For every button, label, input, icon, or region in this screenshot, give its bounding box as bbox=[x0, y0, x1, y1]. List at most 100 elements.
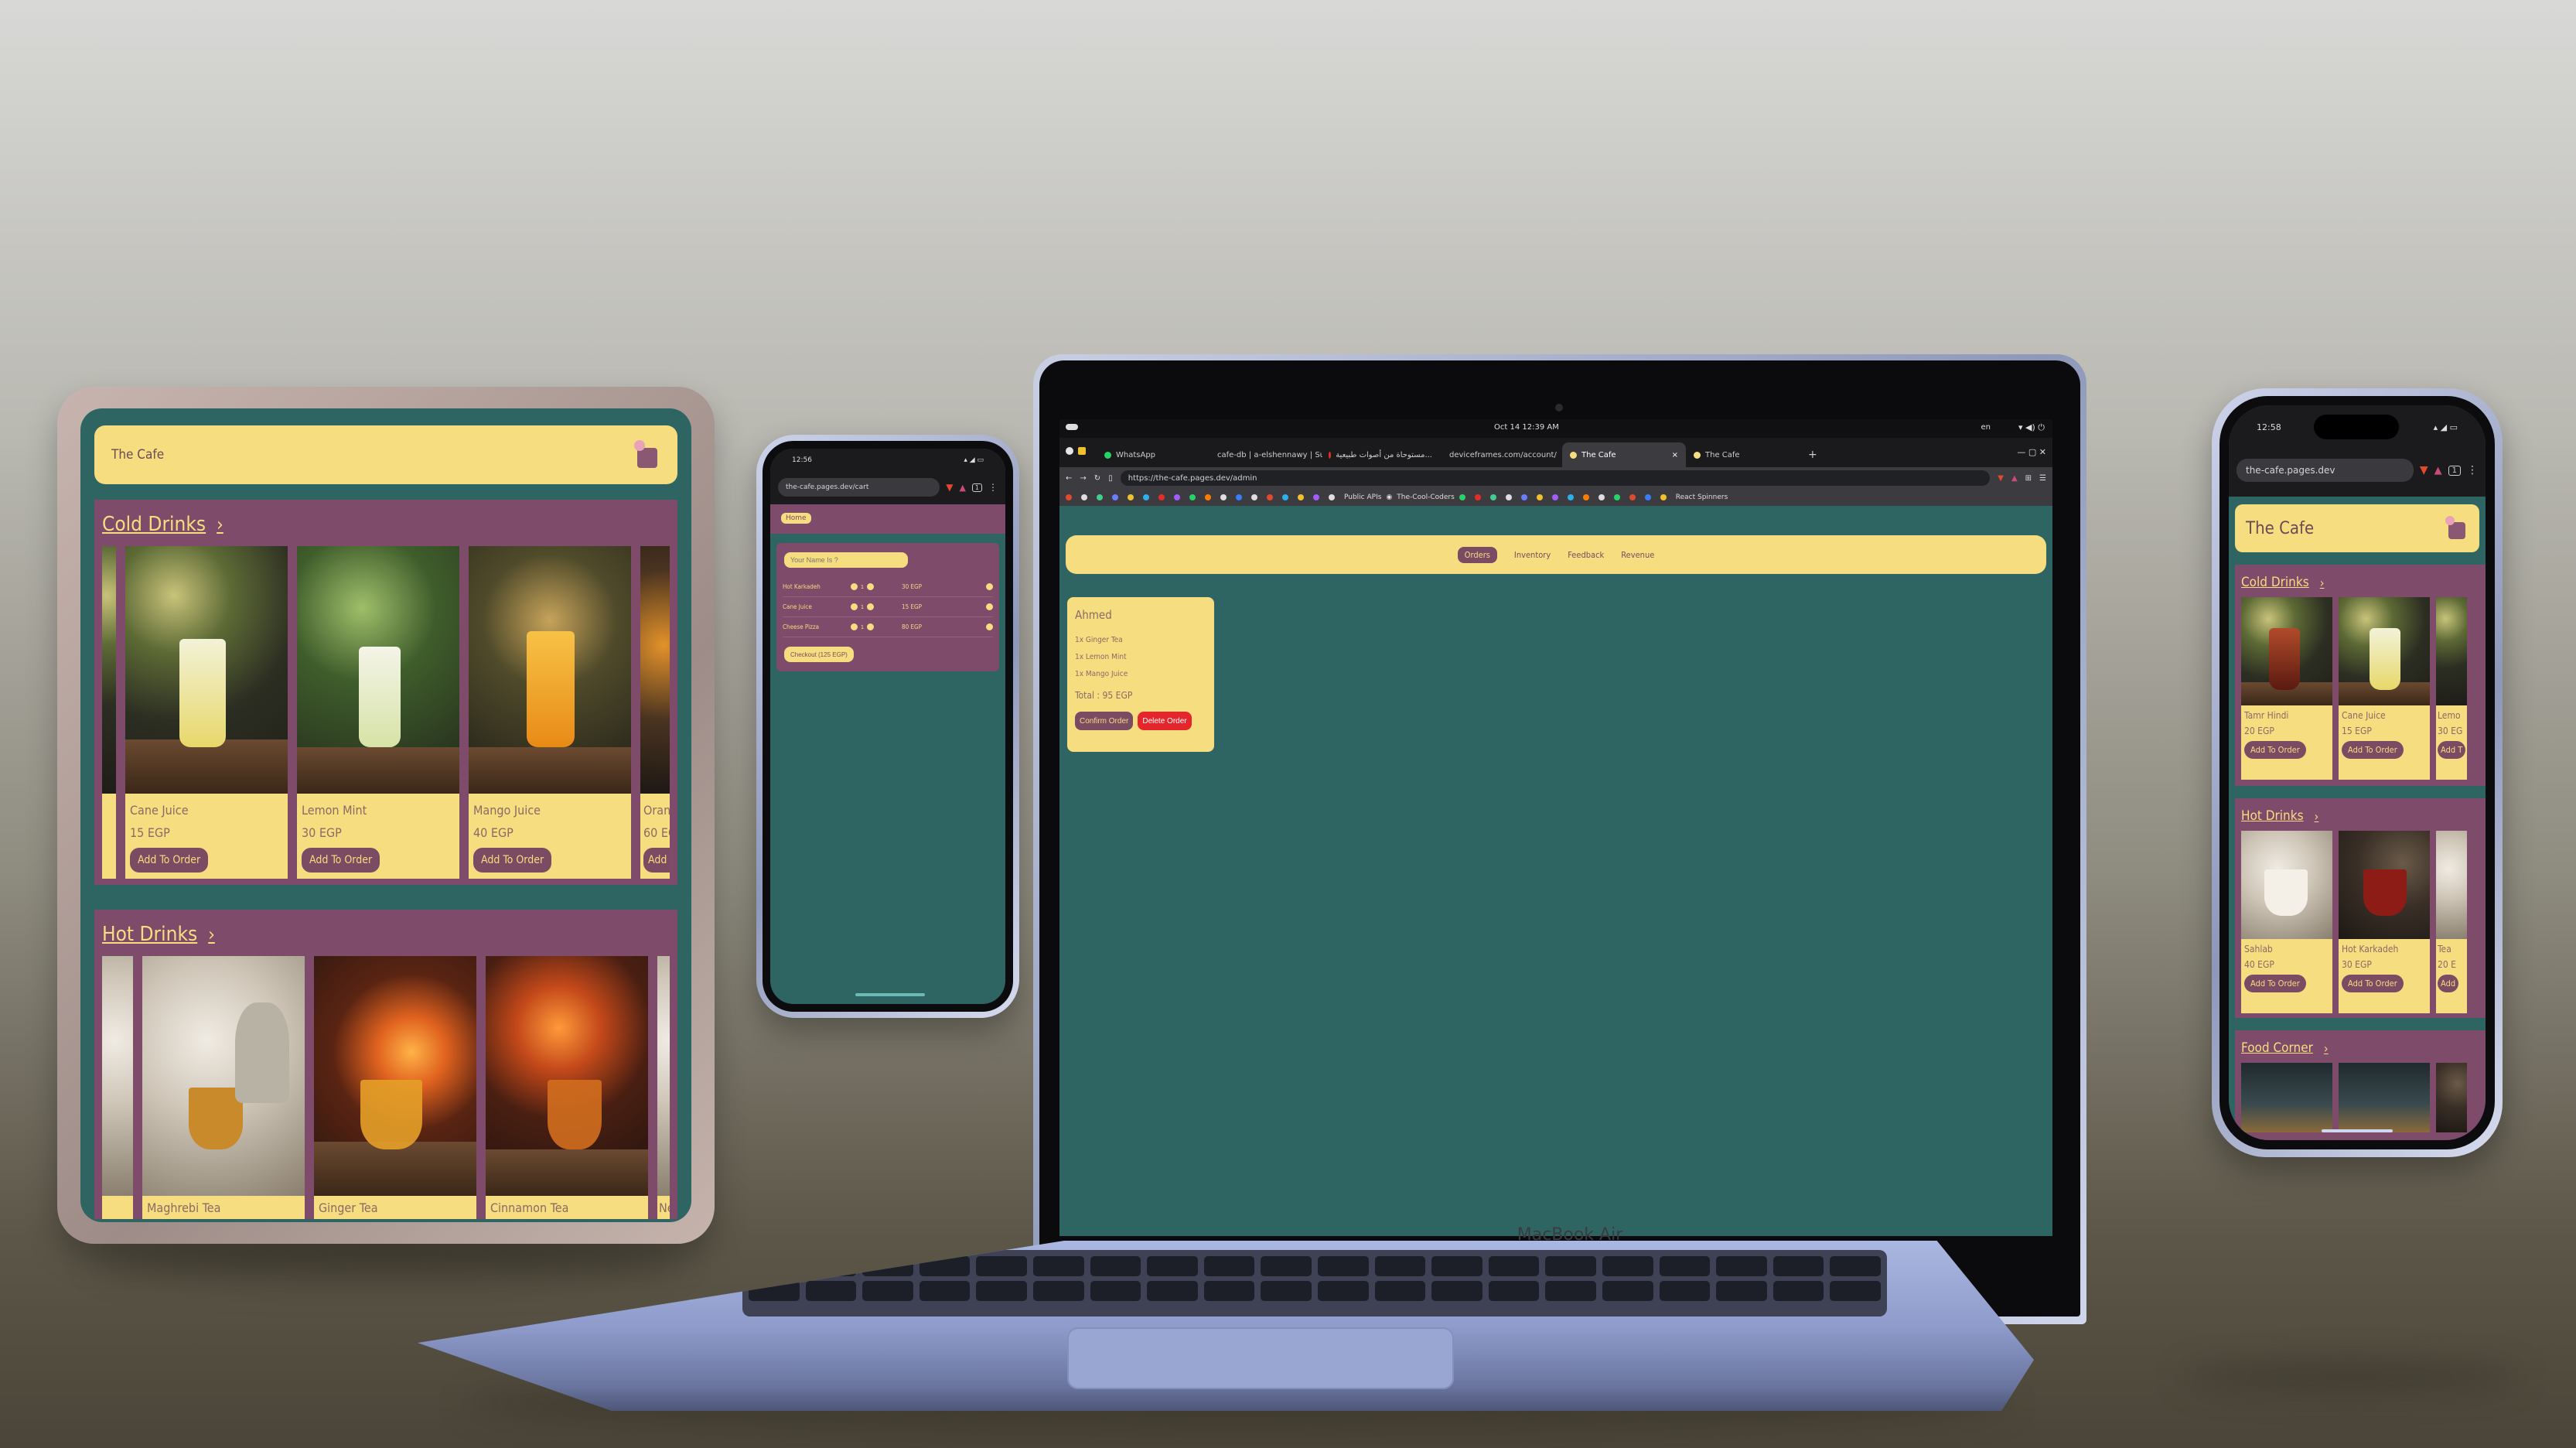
menu-icon[interactable]: ⋮ bbox=[988, 482, 998, 493]
bookmark-react-spinners[interactable]: React Spinners bbox=[1676, 493, 1728, 501]
bookmark-public-apis[interactable]: Public APIs bbox=[1344, 493, 1381, 501]
add-to-order-button[interactable]: Add T bbox=[2438, 741, 2466, 759]
window-dots bbox=[1066, 447, 1086, 455]
rewards-icon[interactable]: ▲ bbox=[959, 483, 965, 493]
add-to-order-button[interactable]: Add To Order bbox=[130, 848, 209, 873]
minus-icon[interactable] bbox=[851, 603, 858, 610]
plus-icon[interactable] bbox=[867, 623, 875, 630]
tab-youtube[interactable]: مستوحاة من أصوات طبيعية... bbox=[1322, 442, 1438, 467]
url-bar[interactable]: the-cafe.pages.dev/cart bbox=[778, 478, 940, 497]
add-to-order-button[interactable]: Add To Order bbox=[473, 848, 552, 873]
remove-icon[interactable] bbox=[986, 583, 993, 590]
section-title-label: Cold Drinks bbox=[102, 513, 206, 536]
reload-icon[interactable]: ↻ bbox=[1094, 474, 1100, 483]
confirm-order-button[interactable]: Confirm Order bbox=[1075, 712, 1134, 730]
nav-revenue[interactable]: Revenue bbox=[1621, 550, 1654, 560]
bookmark-cool-coders[interactable]: The-Cool-Coders bbox=[1397, 493, 1454, 501]
section-title[interactable]: Cold Drinks › bbox=[102, 509, 670, 540]
keyboard-language[interactable]: en bbox=[1981, 423, 1991, 432]
chevron-right-icon: › bbox=[2314, 808, 2319, 824]
window-controls[interactable]: — ▢ ✕ bbox=[2017, 447, 2046, 457]
product-card-partial bbox=[102, 546, 116, 879]
product-price: 40 EGP bbox=[473, 825, 513, 840]
url-bar[interactable]: https://the-cafe.pages.dev/admin bbox=[1120, 470, 1991, 486]
os-clock[interactable]: Oct 14 12:39 AM bbox=[1494, 423, 1559, 432]
browser-chrome: 12:56 ▴ ◢ ▭ the-cafe.pages.dev/cart ▼ ▲ … bbox=[770, 449, 1005, 504]
back-icon[interactable]: ← bbox=[1066, 474, 1072, 483]
minus-icon[interactable] bbox=[851, 583, 858, 590]
product-card: Cane Juice 15 EGP Add To Order bbox=[125, 546, 288, 879]
remove-icon[interactable] bbox=[986, 623, 993, 630]
section-title[interactable]: Cold Drinks › bbox=[2241, 572, 2479, 593]
rewards-icon[interactable]: ▲ bbox=[2011, 474, 2018, 483]
add-to-order-button[interactable]: Add To Order bbox=[2244, 975, 2306, 992]
add-to-order-button[interactable]: Add To Order bbox=[2342, 741, 2404, 759]
tab-whatsapp[interactable]: WhatsApp bbox=[1098, 442, 1206, 467]
product-name: Tamr Hindi bbox=[2244, 710, 2289, 721]
add-to-order-button[interactable]: Add To Order bbox=[2244, 741, 2306, 759]
plus-icon[interactable] bbox=[867, 603, 875, 610]
product-card: Hot Karkadeh 30 EGP Add To Order bbox=[2339, 831, 2430, 1013]
product-name: Orange J bbox=[643, 803, 670, 818]
tab-deviceframes[interactable]: deviceframes.com/account/ bbox=[1438, 442, 1562, 467]
brave-shield-icon[interactable]: ▼ bbox=[2420, 464, 2428, 476]
remove-icon[interactable] bbox=[986, 603, 993, 610]
product-name: Mango Juice bbox=[473, 803, 541, 818]
extensions-icon[interactable]: ⊞ bbox=[2025, 474, 2032, 483]
brave-shield-icon[interactable]: ▼ bbox=[946, 482, 953, 493]
tab-close-icon[interactable]: × bbox=[1672, 451, 1678, 459]
home-button[interactable]: Home bbox=[781, 513, 811, 524]
section-cold-drinks: Cold Drinks › Tamr Hindi 20 EGP Add To O… bbox=[2235, 565, 2486, 786]
cafe-header: The Cafe bbox=[2235, 504, 2479, 552]
tab-label: The Cafe bbox=[1705, 450, 1740, 459]
url-bar[interactable]: the-cafe.pages.dev bbox=[2237, 459, 2414, 482]
activities-icon[interactable] bbox=[1066, 424, 1078, 430]
keyboard bbox=[742, 1250, 1887, 1317]
bookmarks-bar: Public APIs ◉ The-Cool-Coders React Spin… bbox=[1059, 489, 2052, 506]
section-title[interactable]: Food Corner › bbox=[2241, 1038, 2479, 1058]
add-to-order-button[interactable]: Add To Order bbox=[302, 848, 380, 873]
cart-item-qty: 1 bbox=[861, 603, 865, 610]
nav-inventory[interactable]: Inventory bbox=[1514, 550, 1551, 560]
product-photo bbox=[142, 956, 305, 1196]
tab-count-icon[interactable]: 1 bbox=[2448, 465, 2461, 476]
tab-count-icon[interactable]: 1 bbox=[971, 483, 982, 492]
chevron-right-icon: › bbox=[2323, 1040, 2329, 1056]
section-cold-drinks: Cold Drinks › Cane Juice 15 EGP Add To O… bbox=[94, 500, 677, 885]
checkout-button[interactable]: Checkout (125 EGP) bbox=[784, 647, 854, 662]
nav-feedback[interactable]: Feedback bbox=[1568, 550, 1604, 560]
cart-icon[interactable] bbox=[2445, 516, 2469, 541]
section-title-label: Hot Drinks bbox=[102, 923, 198, 946]
delete-order-button[interactable]: Delete Order bbox=[1138, 712, 1192, 730]
add-to-order-button[interactable]: Add To Order bbox=[2342, 975, 2404, 992]
customer-name-input[interactable] bbox=[784, 552, 908, 568]
tab-the-cafe-active[interactable]: The Cafe × bbox=[1562, 442, 1686, 467]
add-to-order-button[interactable]: Add To O bbox=[643, 848, 670, 873]
add-to-order-button[interactable]: Add bbox=[2438, 975, 2459, 992]
menu-icon[interactable]: ☰ bbox=[2039, 474, 2046, 483]
product-card-partial: Tea 20 E Add bbox=[2436, 831, 2467, 1013]
product-card-partial: Orange J 60 EGP Add To O bbox=[640, 546, 670, 879]
cart-icon[interactable] bbox=[634, 440, 660, 470]
tab-the-cafe[interactable]: The Cafe bbox=[1686, 442, 1802, 467]
rewards-icon[interactable]: ▲ bbox=[2434, 465, 2442, 476]
tab-supabase[interactable]: cafe-db | a-elshennawy | Sup bbox=[1206, 442, 1322, 467]
section-title[interactable]: Hot Drinks › bbox=[2241, 806, 2479, 826]
plus-icon[interactable] bbox=[867, 583, 875, 590]
new-tab-button[interactable]: + bbox=[1802, 442, 1825, 467]
product-name: Cane Juice bbox=[2342, 710, 2386, 721]
nav-orders[interactable]: Orders bbox=[1457, 546, 1497, 563]
bookmark-page-icon[interactable]: ▯ bbox=[1108, 474, 1113, 483]
home-indicator bbox=[2322, 1129, 2393, 1132]
minus-icon[interactable] bbox=[851, 623, 858, 630]
phone-cart-screen: 12:56 ▴ ◢ ▭ the-cafe.pages.dev/cart ▼ ▲ … bbox=[770, 449, 1005, 1004]
forward-icon[interactable]: → bbox=[1080, 474, 1086, 483]
menu-icon[interactable]: ⋮ bbox=[2467, 464, 2478, 476]
chevron-right-icon: › bbox=[2319, 575, 2325, 590]
url-text: https://the-cafe.pages.dev/admin bbox=[1128, 473, 1257, 483]
product-name: Ginger Tea bbox=[319, 1200, 378, 1215]
trackpad[interactable] bbox=[1067, 1327, 1454, 1389]
brave-shield-icon[interactable]: ▼ bbox=[1998, 474, 2004, 483]
system-tray-icons[interactable]: ▾ ◀) ⏻ bbox=[2018, 422, 2045, 433]
section-title[interactable]: Hot Drinks › bbox=[102, 919, 670, 950]
